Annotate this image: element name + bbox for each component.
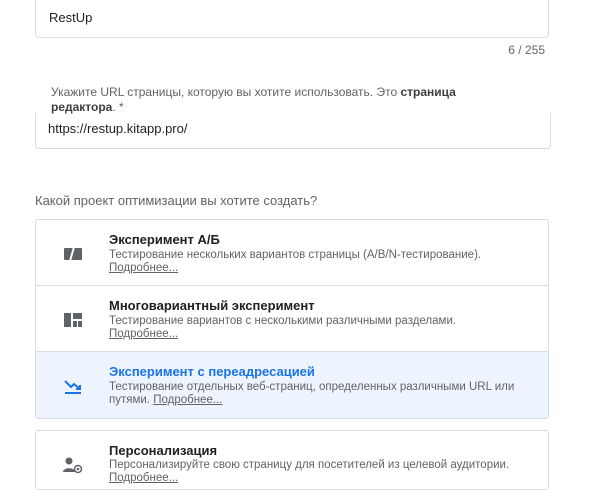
url-label-text: Укажите URL страницы, которую вы хотите …	[51, 85, 401, 99]
redirect-icon	[64, 380, 81, 394]
learn-more-link[interactable]: Подробнее...	[109, 262, 178, 274]
experience-name-field[interactable]: RestUp	[35, 0, 549, 38]
experience-name-value: RestUp	[49, 10, 93, 25]
option-description-text: Тестирование нескольких вариантов страни…	[109, 249, 482, 261]
learn-more-link[interactable]: Подробнее...	[153, 394, 222, 406]
experience-type-list: Эксперимент A/Б Тестирование нескольких …	[35, 219, 549, 419]
option-personalization[interactable]: Персонализация Персонализируйте свою стр…	[35, 430, 549, 490]
character-counter: 6 / 255	[508, 43, 545, 57]
option-title: Эксперимент с переадресацией	[109, 364, 315, 379]
experience-type-question: Какой проект оптимизации вы хотите созда…	[35, 193, 318, 208]
learn-more-link[interactable]: Подробнее...	[109, 328, 178, 340]
option-title: Многовариантный эксперимент	[109, 298, 315, 313]
multivariate-icon	[64, 313, 82, 327]
option-description-text: Тестирование вариантов с несколькими раз…	[109, 315, 457, 327]
option-title: Персонализация	[109, 443, 218, 458]
editor-page-url-field[interactable]: https://restup.kitapp.pro/	[35, 113, 551, 149]
option-description-text: Персонализируйте свою страницу для посет…	[109, 459, 510, 471]
option-description: Тестирование вариантов с несколькими раз…	[109, 315, 541, 341]
option-description: Тестирование отдельных веб-страниц, опре…	[109, 381, 541, 407]
url-field-label: Укажите URL страницы, которую вы хотите …	[51, 85, 511, 115]
ab-test-icon	[64, 246, 82, 262]
option-description: Тестирование нескольких вариантов страни…	[109, 249, 541, 275]
option-description: Персонализируйте свою страницу для посет…	[109, 459, 541, 485]
option-multivariate[interactable]: Многовариантный эксперимент Тестирование…	[36, 286, 548, 352]
url-label-suffix: . *	[112, 100, 124, 114]
learn-more-link[interactable]: Подробнее...	[109, 472, 178, 484]
option-redirect[interactable]: Эксперимент с переадресацией Тестировани…	[36, 352, 548, 418]
editor-page-url-value: https://restup.kitapp.pro/	[48, 121, 188, 136]
option-ab-test[interactable]: Эксперимент A/Б Тестирование нескольких …	[36, 220, 548, 286]
personalization-icon	[63, 457, 83, 474]
option-title: Эксперимент A/Б	[109, 232, 220, 247]
